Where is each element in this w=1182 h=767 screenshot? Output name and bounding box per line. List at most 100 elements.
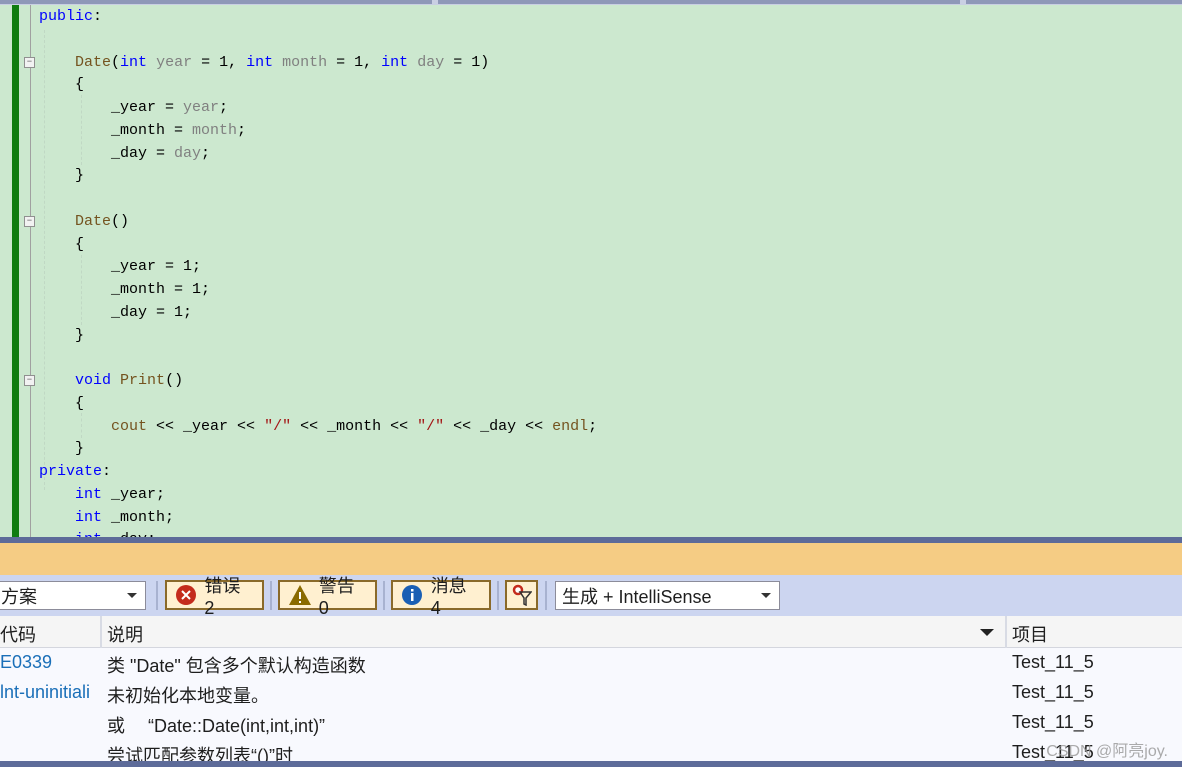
code-token: } — [39, 440, 85, 458]
warnings-filter-button[interactable]: 警告 0 — [278, 576, 377, 618]
table-row[interactable]: 或 “Date::Date(int,int,int)” Test_11_5 — [0, 708, 1182, 738]
code-token: year — [156, 53, 193, 71]
code-line[interactable]: { — [39, 393, 597, 416]
error-description: 尝试匹配参数列表“()”时 — [107, 746, 293, 761]
code-token: _year; — [102, 485, 166, 503]
code-token: private — [39, 463, 103, 480]
table-row[interactable]: lnt-uninitiali 未初始化本地变量。 Test_11_5 — [0, 678, 1182, 708]
column-header-project[interactable]: 项目 — [1012, 621, 1048, 647]
change-indicator-bar — [12, 5, 19, 537]
error-project: Test_11_5 — [1012, 682, 1094, 702]
code-token: { — [39, 235, 85, 253]
scope-dropdown[interactable]: 方案 — [0, 581, 146, 610]
panel-title-bar — [0, 543, 1182, 575]
warning-icon — [289, 585, 311, 605]
code-line[interactable]: _year = year; — [39, 97, 597, 120]
code-line[interactable] — [39, 347, 597, 370]
code-line[interactable]: cout << _year << "/" << _month << "/" <<… — [39, 416, 597, 439]
code-line[interactable]: int _month; — [39, 507, 597, 530]
info-icon — [402, 585, 422, 605]
error-description: 未初始化本地变量。 — [107, 686, 269, 706]
code-line[interactable]: public: — [39, 6, 597, 29]
code-line[interactable]: } — [39, 165, 597, 188]
code-token: "/" — [264, 417, 292, 435]
filter-icon — [512, 584, 532, 606]
code-token: << _year << — [147, 417, 265, 435]
code-line[interactable] — [39, 29, 597, 52]
code-line[interactable]: } — [39, 325, 597, 348]
code-line[interactable]: } — [39, 438, 597, 461]
error-code[interactable]: E0339 — [0, 652, 52, 673]
code-line[interactable]: _day = day; — [39, 143, 597, 166]
code-line[interactable]: void Print() — [39, 370, 597, 393]
table-row[interactable]: E0339 类 "Date" 包含多个默认构造函数 Test_11_5 — [0, 648, 1182, 678]
code-token: _month = 1; — [39, 281, 211, 298]
code-token: _day = 1; — [39, 303, 193, 321]
code-token: public — [39, 8, 94, 25]
collapse-icon[interactable]: − — [24, 57, 35, 68]
code-token: _year = 1; — [39, 258, 202, 276]
collapse-icon[interactable]: − — [24, 216, 35, 227]
divider — [270, 581, 272, 610]
code-token: = 1, — [192, 53, 247, 71]
code-token: ; — [201, 144, 211, 162]
code-editor[interactable]: − − − public: Date(int year = 1, int mon… — [0, 5, 1182, 537]
code-line[interactable]: int _year; — [39, 484, 597, 507]
error-project: Test_11_5 — [1012, 712, 1094, 732]
code-token: day — [417, 53, 445, 71]
warnings-label: 警告 0 — [318, 575, 355, 618]
sort-arrow-icon[interactable] — [980, 629, 994, 636]
build-intellisense-dropdown[interactable]: 生成 + IntelliSense — [555, 581, 780, 610]
code-token: { — [39, 394, 85, 412]
error-project: Test_11_5 — [1012, 652, 1094, 672]
code-line[interactable]: _month = 1; — [39, 279, 597, 302]
code-token: ; — [219, 99, 229, 116]
code-line[interactable]: _year = 1; — [39, 256, 597, 279]
code-line[interactable]: _day = 1; — [39, 302, 597, 325]
code-line[interactable]: { — [39, 234, 597, 257]
errors-label: 错误 2 — [204, 575, 241, 618]
code-line[interactable]: _month = month; — [39, 120, 597, 143]
code-line[interactable]: int _day; — [39, 529, 597, 537]
error-list-toolbar: 方案 错误 2 警告 0 消息 4 生成 + IntelliSense — [0, 575, 1182, 618]
code-token: year — [183, 99, 220, 116]
code-line[interactable] — [39, 188, 597, 211]
error-icon — [176, 585, 196, 605]
code-line[interactable]: Date(int year = 1, int month = 1, int da… — [39, 52, 597, 75]
code-line[interactable]: { — [39, 74, 597, 97]
code-token: _month = — [39, 121, 193, 139]
code-token: } — [39, 326, 85, 344]
error-description: 或 “Date::Date(int,int,int)” — [107, 716, 326, 736]
error-code[interactable]: lnt-uninitiali — [0, 682, 90, 703]
messages-label: 消息 4 — [430, 575, 467, 618]
collapse-icon[interactable]: − — [24, 375, 35, 386]
code-line[interactable]: Date() — [39, 211, 597, 234]
code-token: day — [174, 144, 202, 162]
code-token: int — [120, 53, 148, 71]
clear-filter-button[interactable] — [505, 580, 538, 610]
code-token: Print — [120, 372, 166, 389]
code-token: : — [102, 463, 112, 480]
column-header-code[interactable]: 代码 — [0, 621, 36, 647]
code-line[interactable]: private: — [39, 461, 597, 484]
scope-value: 方案 — [1, 586, 37, 607]
code-token: month — [192, 121, 238, 139]
code-token: Date — [75, 53, 112, 71]
column-header-description[interactable]: 说明 — [107, 621, 143, 647]
errors-filter-button[interactable]: 错误 2 — [165, 576, 264, 618]
messages-filter-button[interactable]: 消息 4 — [391, 576, 491, 618]
code-token: ; — [588, 417, 598, 435]
code-token: _month; — [102, 508, 175, 526]
code-token: Date — [75, 212, 112, 230]
code-token: = 1) — [444, 53, 490, 71]
code-token: _year = — [39, 99, 184, 116]
divider — [383, 581, 385, 610]
code-text[interactable]: public: Date(int year = 1, int month = 1… — [39, 6, 597, 537]
table-row[interactable]: 尝试匹配参数列表“()”时 Test_11_5 — [0, 738, 1182, 761]
error-description: 类 "Date" 包含多个默认构造函数 — [107, 656, 366, 676]
code-token: "/" — [417, 417, 445, 435]
